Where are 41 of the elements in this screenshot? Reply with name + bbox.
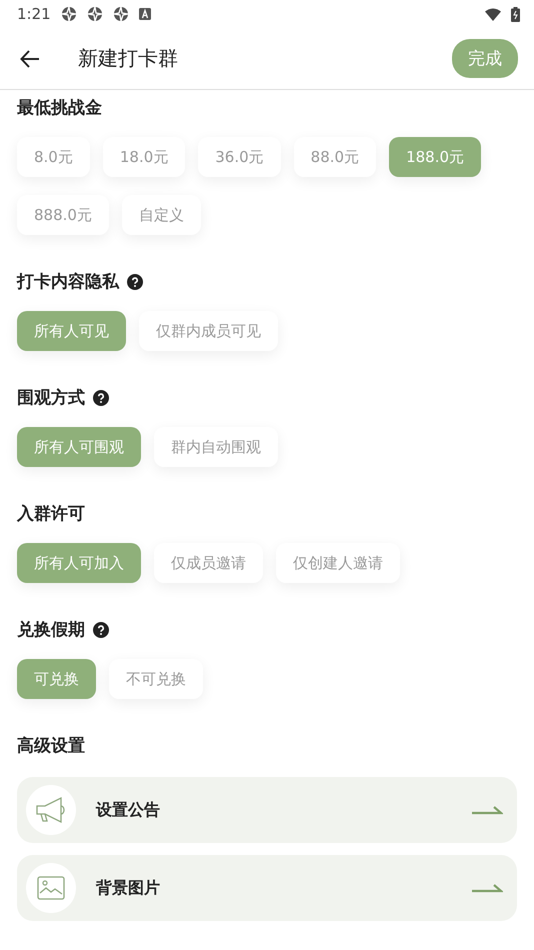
section-title: 高级设置 (17, 735, 85, 757)
settings-label: 设置公告 (96, 800, 161, 820)
option-chip[interactable]: 36.0元 (198, 137, 281, 177)
battery-icon (511, 6, 520, 22)
settings-row[interactable]: 设置公告 (17, 777, 517, 843)
help-icon[interactable] (93, 622, 109, 638)
option-chip[interactable]: 18.0元 (102, 137, 186, 177)
settings-label: 背景图片 (96, 878, 161, 898)
option-chip[interactable]: 不可兑换 (109, 659, 203, 699)
page-title: 新建打卡群 (78, 45, 179, 72)
help-icon[interactable] (127, 274, 143, 290)
option-chip[interactable]: 所有人可围观 (17, 427, 141, 467)
megaphone-icon (35, 796, 67, 824)
option-chip[interactable]: 188.0元 (389, 137, 482, 177)
settings-row[interactable]: 背景图片 (17, 855, 517, 921)
help-icon[interactable] (93, 390, 109, 406)
option-chip[interactable]: 自定义 (122, 195, 201, 235)
image-icon (37, 876, 65, 900)
keyboard-icon (138, 8, 151, 20)
option-chip[interactable]: 仅成员邀请 (154, 543, 263, 583)
wifi-icon (485, 8, 501, 20)
option-chip[interactable]: 可兑换 (17, 659, 96, 699)
section-title: 打卡内容隐私 (17, 271, 119, 293)
option-chip[interactable]: 888.0元 (17, 195, 109, 235)
section-title: 兑换假期 (17, 619, 85, 641)
section-title: 围观方式 (17, 387, 85, 409)
option-chip[interactable]: 仅创建人邀请 (276, 543, 400, 583)
aperture-icon (112, 6, 129, 22)
done-button[interactable]: 完成 (452, 39, 518, 78)
back-arrow-icon[interactable] (20, 50, 40, 68)
option-chip[interactable]: 群内自动围观 (154, 427, 278, 467)
option-chip[interactable]: 所有人可加入 (17, 543, 141, 583)
option-chip[interactable]: 8.0元 (17, 137, 90, 177)
section-title: 入群许可 (17, 503, 85, 525)
option-chip[interactable]: 仅群内成员可见 (139, 311, 278, 351)
section-title: 最低挑战金 (17, 97, 102, 119)
aperture-icon (86, 6, 103, 22)
option-chip[interactable]: 所有人可见 (17, 311, 126, 351)
option-chip[interactable]: 88.0元 (294, 137, 376, 177)
aperture-icon (60, 6, 77, 22)
status-time: 1:21 (17, 5, 51, 23)
